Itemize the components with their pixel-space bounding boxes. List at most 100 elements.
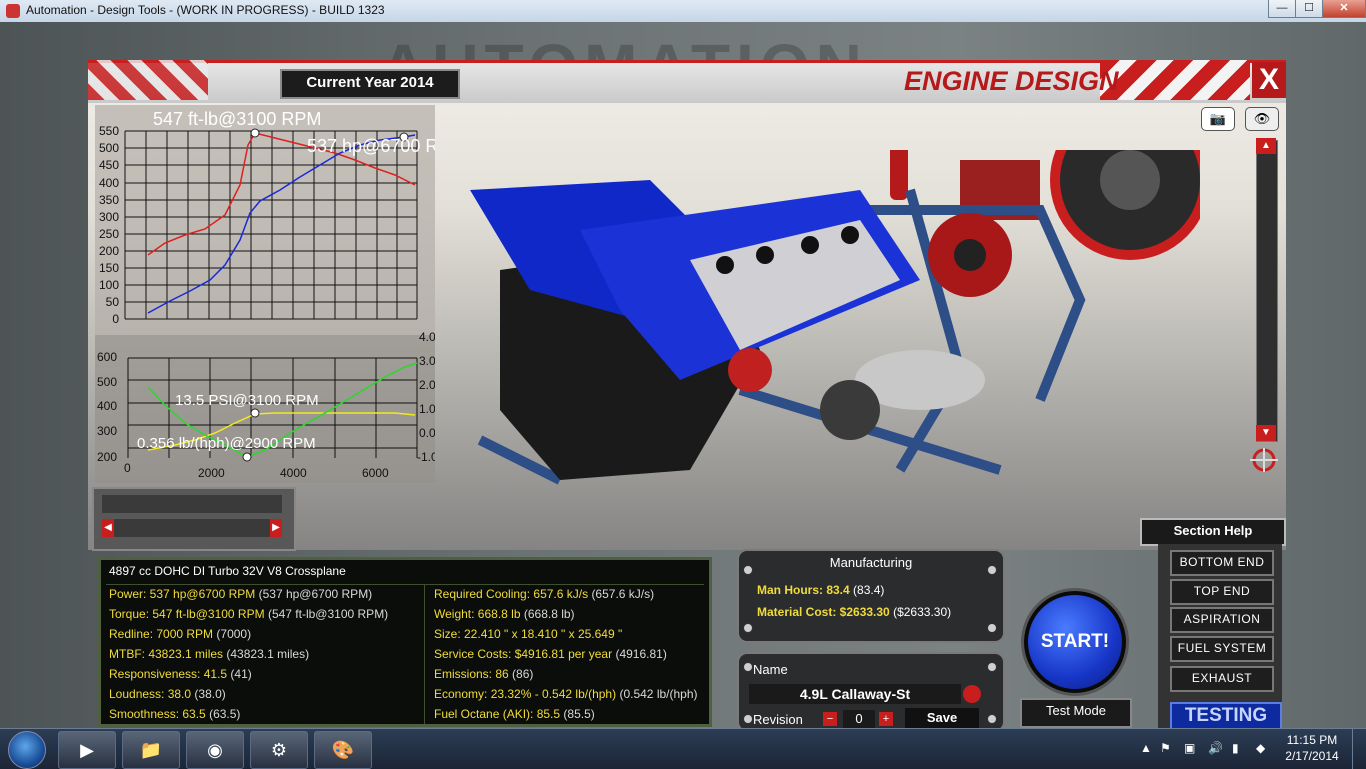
bottom-x-tick: 2000: [198, 466, 225, 480]
camera-icon[interactable]: 📷: [1201, 107, 1235, 131]
window-titlebar: Automation - Design Tools - (WORK IN PRO…: [0, 0, 1366, 23]
section-top-end[interactable]: TOP END: [1170, 579, 1274, 605]
revision-label: Revision: [753, 712, 803, 727]
start-button[interactable]: START!: [1024, 591, 1126, 693]
view-scrollbar[interactable]: [1256, 140, 1278, 442]
device-icon[interactable]: ▣: [1184, 741, 1195, 755]
turbo-inlet: [820, 380, 880, 440]
section-exhaust[interactable]: EXHAUST: [1170, 666, 1274, 692]
stat-service-costs: Service Costs: $4916.81 per year (4916.8…: [434, 647, 667, 661]
stat-economy: Economy: 23.32% - 0.542 lb/(hph) (0.542 …: [434, 687, 698, 701]
section-bottom-end[interactable]: BOTTOM END: [1170, 550, 1274, 576]
stat-power: Power: 537 hp@6700 RPM (537 hp@6700 RPM): [109, 587, 373, 601]
bsfc-annotation: 0.356 lb/(hph)@2900 RPM: [137, 435, 316, 452]
man-hours: Man Hours: 83.4 (83.4): [757, 583, 885, 597]
paint-icon[interactable]: 🎨: [314, 731, 372, 769]
name-panel: Name 4.9L Callaway-St Revision − 0 + Sav…: [737, 652, 1005, 732]
volume-icon[interactable]: 🔊: [1208, 741, 1223, 755]
boost-annotation: 13.5 PSI@3100 RPM: [175, 392, 319, 409]
stat-emissions: Emissions: 86 (86): [434, 667, 534, 681]
name-label: Name: [753, 662, 788, 677]
action-center-icon[interactable]: ⚑: [1160, 741, 1171, 755]
stat-mtbf: MTBF: 43823.1 miles (43823.1 miles): [109, 647, 310, 661]
top-y-tick: 200: [99, 244, 119, 258]
revision-value: 0: [843, 710, 875, 728]
eye-icon[interactable]: 👁: [1245, 107, 1279, 131]
tray-expand-icon[interactable]: ▲: [1140, 741, 1152, 755]
file-explorer-icon[interactable]: 📁: [122, 731, 180, 769]
stat-torque: Torque: 547 ft-lb@3100 RPM (547 ft-lb@31…: [109, 607, 389, 621]
clock-time[interactable]: 11:15 PM: [1280, 733, 1344, 747]
bolt-icon: [987, 662, 997, 672]
save-button[interactable]: Save: [905, 708, 979, 728]
part-selector-panel: ◀ ▶: [92, 487, 296, 551]
window-close-button[interactable]: ✕: [1322, 0, 1366, 18]
engine-name-input[interactable]: 4.9L Callaway-St: [749, 684, 961, 704]
bottom-x-tick: 4000: [280, 466, 307, 480]
selector-track[interactable]: [102, 519, 282, 537]
section-aspiration[interactable]: ASPIRATION: [1170, 607, 1274, 633]
test-mode-button[interactable]: Test Mode: [1020, 698, 1132, 728]
section-fuel-system[interactable]: FUEL SYSTEM: [1170, 636, 1274, 662]
bottom-y-right-tick: 4.0: [419, 330, 435, 344]
revision-decrement-button[interactable]: −: [823, 712, 837, 726]
power-annotation: 537 hp@6700 RPM: [307, 136, 435, 156]
dropbox-icon[interactable]: ◆: [1256, 741, 1265, 755]
stat-smoothness: Smoothness: 63.5 (63.5): [109, 707, 241, 721]
bolt-icon: [743, 623, 753, 633]
stat-redline: Redline: 7000 RPM (7000): [109, 627, 252, 641]
bolt-icon: [743, 714, 753, 724]
scroll-up-arrow[interactable]: ▲: [1256, 138, 1276, 154]
dyno-hub: [1100, 150, 1160, 210]
section-help-button[interactable]: Section Help: [1140, 518, 1286, 546]
stat-fuel-octane: Fuel Octane (AKI): 85.5 (85.5): [434, 707, 595, 721]
top-y-tick: 250: [99, 227, 119, 241]
engine-3d-view[interactable]: [440, 150, 1200, 530]
reset-view-icon[interactable]: [1246, 446, 1282, 474]
torque-annotation: 547 ft-lb@3100 RPM: [153, 109, 321, 129]
network-icon[interactable]: ▮: [1232, 741, 1239, 755]
current-year: Current Year 2014: [280, 69, 460, 99]
boost-peak-marker: [250, 408, 260, 418]
top-y-tick: 150: [99, 261, 119, 275]
windows-start-orb[interactable]: [8, 731, 46, 769]
coupling-center: [954, 239, 986, 271]
clock-date[interactable]: 2/17/2014: [1280, 749, 1344, 763]
randomize-name-icon[interactable]: [963, 685, 981, 703]
top-y-tick: 350: [99, 193, 119, 207]
engine-design-title: ENGINE DESIGN: [904, 66, 1119, 96]
stat-weight: Weight: 668.8 lb (668.8 lb): [434, 607, 575, 621]
manufacturing-title: Manufacturing: [829, 555, 913, 570]
close-panel-button[interactable]: X: [1252, 62, 1286, 98]
bottom-y-left-tick: 600: [97, 350, 117, 364]
bottom-y-right-tick: 3.0: [419, 354, 435, 368]
top-y-tick: 400: [99, 176, 119, 190]
maximize-button[interactable]: ☐: [1295, 0, 1323, 18]
stat-responsiveness: Responsiveness: 41.5 (41): [109, 667, 252, 681]
automation-app-icon[interactable]: ⚙: [250, 731, 308, 769]
bottom-y-right-tick: 1.0: [419, 402, 435, 416]
minimize-button[interactable]: —: [1268, 0, 1296, 18]
scroll-down-arrow[interactable]: ▼: [1256, 425, 1276, 441]
column-divider: [424, 584, 425, 724]
top-y-tick: 500: [99, 141, 119, 155]
bottom-graph-bg: [95, 335, 435, 483]
stat-loudness: Loudness: 38.0 (38.0): [109, 687, 226, 701]
engine-stats-panel: 4897 cc DOHC DI Turbo 32V V8 Crossplane …: [98, 557, 712, 727]
bolt-icon: [987, 623, 997, 633]
windows-taskbar: ▶ 📁 ◉ ⚙ 🎨 ▲ ⚑ ▣ 🔊 ▮ ◆ 11:15 PM 2/17/2014: [0, 728, 1366, 769]
show-desktop-button[interactable]: [1352, 729, 1366, 769]
selector-left-arrow[interactable]: ◀: [102, 519, 114, 537]
torque-peak-marker: [250, 128, 260, 138]
stat-size: Size: 22.410 " x 18.410 " x 25.649 ": [434, 627, 623, 641]
oil-filter: [728, 348, 772, 392]
media-player-icon[interactable]: ▶: [58, 731, 116, 769]
bolt-icon: [987, 714, 997, 724]
firefox-icon[interactable]: ◉: [186, 731, 244, 769]
bottom-y-left-tick: 200: [97, 450, 117, 464]
manufacturing-panel: Manufacturing Man Hours: 83.4 (83.4) Mat…: [737, 549, 1005, 643]
revision-increment-button[interactable]: +: [879, 712, 893, 726]
selector-right-arrow[interactable]: ▶: [270, 519, 282, 537]
coil-4: [841, 226, 859, 244]
stat-required-cooling: Required Cooling: 657.6 kJ/s (657.6 kJ/s…: [434, 587, 655, 601]
